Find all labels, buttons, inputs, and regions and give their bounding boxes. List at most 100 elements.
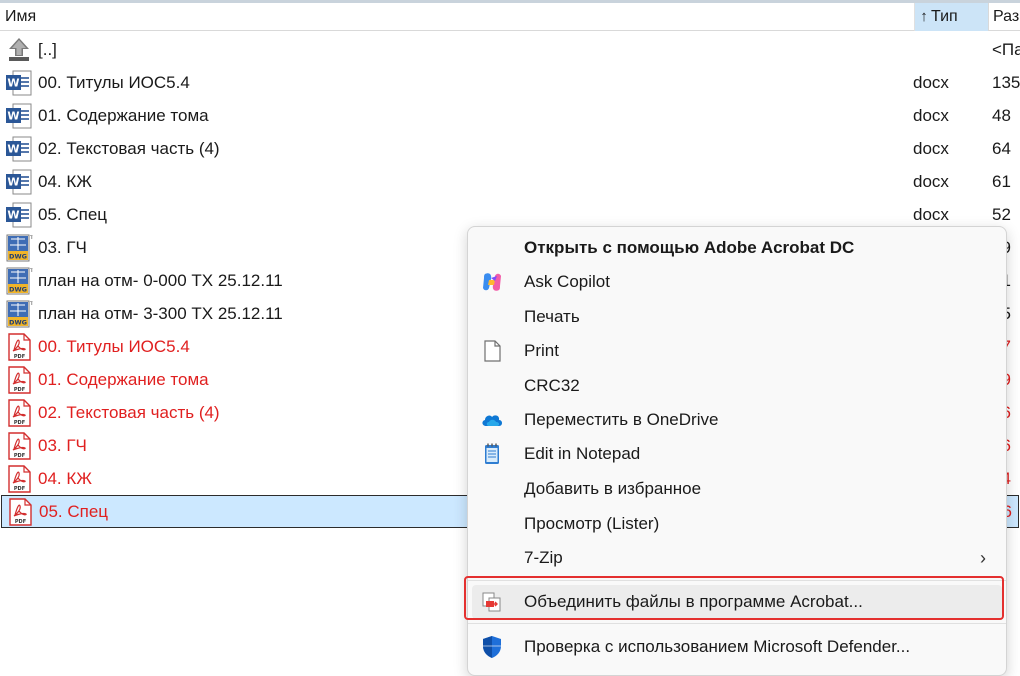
svg-text:DWG: DWG xyxy=(9,319,27,327)
svg-text:PDF: PDF xyxy=(14,453,25,459)
file-type: docx xyxy=(913,73,949,92)
dwg-drawing-icon: DWG TM xyxy=(6,234,33,262)
file-name: 03. ГЧ xyxy=(38,238,87,257)
file-row-parent[interactable]: [..] <Па xyxy=(0,33,1020,66)
file-size: 135 xyxy=(992,73,1020,92)
svg-text:W: W xyxy=(7,143,19,156)
menu-item-defender-scan[interactable]: Проверка с использованием Microsoft Defe… xyxy=(468,630,1006,664)
menu-item-label: Переместить в OneDrive xyxy=(524,410,719,429)
file-size: 64 xyxy=(992,139,1011,158)
file-name: 02. Текстовая часть (4) xyxy=(38,139,220,158)
word-document-icon: W xyxy=(6,202,32,228)
file-name: 00. Титулы ИОС5.4 xyxy=(38,73,190,92)
file-name: 02. Текстовая часть (4) xyxy=(38,403,220,422)
menu-item-print-ru[interactable]: Печать xyxy=(468,300,1006,334)
svg-text:W: W xyxy=(7,176,19,189)
menu-item-crc32[interactable]: CRC32 xyxy=(468,369,1006,403)
onedrive-cloud-icon xyxy=(482,415,502,426)
pdf-document-icon: PDF xyxy=(8,399,31,427)
svg-text:PDF: PDF xyxy=(14,354,25,360)
menu-item-7zip[interactable]: 7-Zip › xyxy=(468,541,1006,575)
menu-item-label: Объединить файлы в программе Acrobat... xyxy=(524,592,863,611)
svg-text:PDF: PDF xyxy=(15,519,26,525)
menu-item-open-with-acrobat[interactable]: Открыть с помощью Adobe Acrobat DC xyxy=(468,231,1006,265)
svg-text:W: W xyxy=(7,209,19,222)
copilot-icon xyxy=(483,273,501,291)
svg-text:PDF: PDF xyxy=(14,420,25,426)
menu-item-label: Печать xyxy=(524,307,580,326)
file-row[interactable]: W 00. Титулы ИОС5.4 docx 135 xyxy=(0,66,1020,99)
svg-text:TM: TM xyxy=(29,301,33,306)
file-name: 04. КЖ xyxy=(38,172,92,191)
defender-shield-icon xyxy=(483,636,501,658)
file-name: [..] xyxy=(38,40,57,59)
menu-item-print[interactable]: Print xyxy=(468,334,1006,368)
file-row[interactable]: W 01. Содержание тома docx 48 xyxy=(0,99,1020,132)
file-name: 03. ГЧ xyxy=(38,436,87,455)
menu-separator xyxy=(468,580,1006,581)
column-type-header[interactable]: ↑ Тип xyxy=(914,3,988,31)
svg-text:W: W xyxy=(7,110,19,123)
file-row[interactable]: W 02. Текстовая часть (4) docx 64 xyxy=(0,132,1020,165)
file-size: 61 xyxy=(992,172,1011,191)
column-size-header[interactable]: Разм xyxy=(988,3,1020,31)
menu-item-label: Открыть с помощью Adobe Acrobat DC xyxy=(524,238,855,257)
file-size: <Па xyxy=(992,40,1020,59)
word-document-icon: W xyxy=(6,136,32,162)
file-name: 05. Спец xyxy=(38,205,108,224)
menu-item-label: Проверка с использованием Microsoft Defe… xyxy=(524,637,911,656)
pdf-document-icon: PDF xyxy=(8,366,31,394)
menu-item-label: Ask Copilot xyxy=(524,272,610,291)
pdf-document-icon: PDF xyxy=(8,432,31,460)
menu-item-lister-view[interactable]: Просмотр (Lister) xyxy=(468,507,1006,541)
svg-text:DWG: DWG xyxy=(9,286,27,294)
pdf-document-icon: PDF xyxy=(9,498,32,526)
dwg-drawing-icon: DWG TM xyxy=(6,267,33,295)
word-document-icon: W xyxy=(6,70,32,96)
svg-text:TM: TM xyxy=(29,235,33,240)
file-type: docx xyxy=(913,139,949,158)
menu-item-move-to-onedrive[interactable]: Переместить в OneDrive xyxy=(468,403,1006,437)
dwg-drawing-icon: DWG TM xyxy=(6,300,33,328)
notepad-icon xyxy=(485,443,499,464)
menu-item-edit-in-notepad[interactable]: Edit in Notepad xyxy=(468,437,1006,471)
file-name: план на отм- 0-000 ТХ 25.12.11 xyxy=(38,271,283,290)
word-document-icon: W xyxy=(6,169,32,195)
acrobat-combine-icon xyxy=(482,592,501,612)
chevron-right-icon: › xyxy=(980,548,986,568)
menu-item-label: Print xyxy=(524,341,559,360)
blank-page-icon xyxy=(484,340,501,362)
svg-text:PDF: PDF xyxy=(14,486,25,492)
menu-item-label: Просмотр (Lister) xyxy=(524,514,660,533)
file-row[interactable]: W 04. КЖ docx 61 xyxy=(0,165,1020,198)
file-type: docx xyxy=(913,172,949,191)
column-size-label: Разм xyxy=(993,8,1020,25)
file-name: план на отм- 3-300 ТХ 25.12.11 xyxy=(38,304,283,323)
pdf-document-icon: PDF xyxy=(8,333,31,361)
sort-ascending-icon: ↑ xyxy=(920,8,928,25)
svg-text:W: W xyxy=(7,77,19,90)
menu-separator xyxy=(468,623,1006,624)
column-type-label: Тип xyxy=(931,8,958,25)
menu-item-label: 7-Zip xyxy=(524,548,563,567)
file-name: 01. Содержание тома xyxy=(38,106,209,125)
file-name: 00. Титулы ИОС5.4 xyxy=(38,337,190,356)
column-header: Имя ↑Тип Разм xyxy=(0,3,1020,31)
file-name: 04. КЖ xyxy=(38,469,92,488)
word-document-icon: W xyxy=(6,103,32,129)
up-folder-icon xyxy=(9,38,29,61)
file-type: docx xyxy=(913,106,949,125)
file-size: 48 xyxy=(992,106,1011,125)
menu-item-ask-copilot[interactable]: Ask Copilot xyxy=(468,265,1006,299)
menu-item-add-to-favorites[interactable]: Добавить в избранное xyxy=(468,472,1006,506)
column-name-header[interactable]: Имя xyxy=(0,3,914,31)
menu-item-combine-in-acrobat[interactable]: Объединить файлы в программе Acrobat... xyxy=(472,585,1002,619)
svg-text:PDF: PDF xyxy=(14,387,25,393)
file-name: 01. Содержание тома xyxy=(38,370,209,389)
menu-item-label: Добавить в избранное xyxy=(524,479,702,498)
column-name-label: Имя xyxy=(5,8,37,25)
svg-text:DWG: DWG xyxy=(9,253,27,261)
svg-text:TM: TM xyxy=(29,268,33,273)
menu-item-label: Edit in Notepad xyxy=(524,444,641,463)
context-menu: Открыть с помощью Adobe Acrobat DC Ask C… xyxy=(467,226,1007,676)
